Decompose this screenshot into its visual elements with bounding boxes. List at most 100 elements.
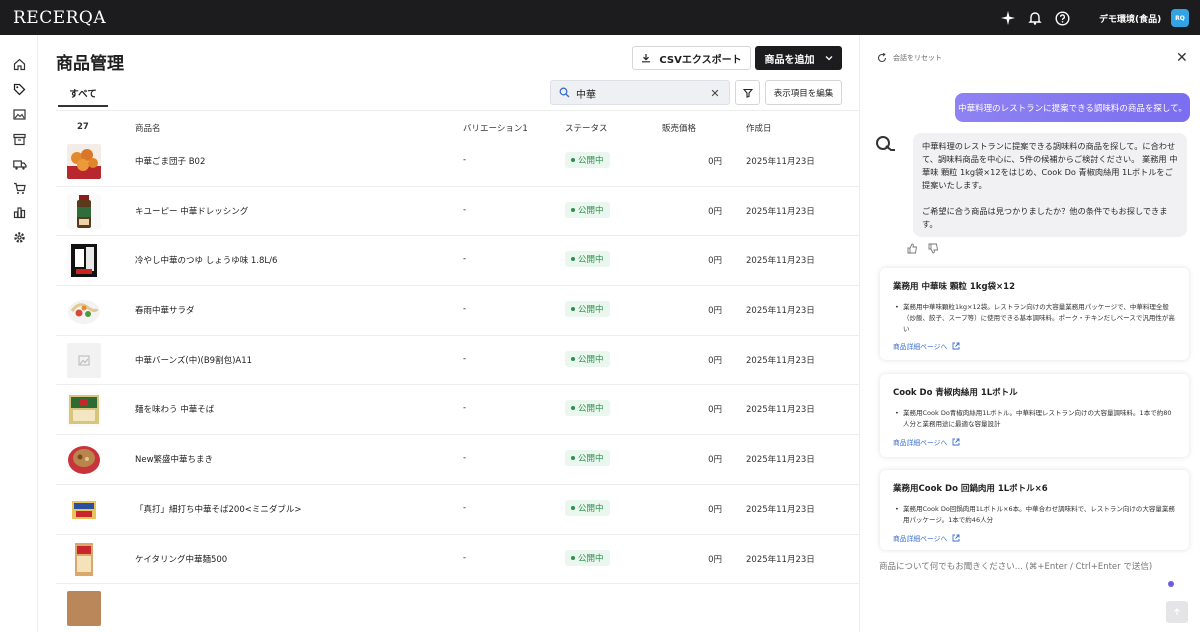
table-row[interactable]: 春雨中華サラダ - 公開中 0円 2025年11月23日	[56, 286, 859, 336]
cart-icon[interactable]	[12, 181, 27, 196]
card-description: 業務用中華味顆粒1kg×12袋。レストラン向けの大容量業務用パッケージで、中華料…	[893, 302, 1176, 335]
product-name[interactable]: ケイタリング中華麺500	[135, 553, 227, 565]
card-title: Cook Do 青椒肉絲用 1Lボトル	[893, 388, 1018, 398]
product-detail-link[interactable]: 商品詳細ページへ	[893, 533, 960, 543]
close-icon[interactable]: ✕	[1176, 50, 1188, 66]
settings-icon[interactable]	[12, 230, 27, 245]
tag-icon[interactable]	[12, 82, 27, 97]
chart-icon[interactable]	[12, 205, 27, 220]
search-input[interactable]	[576, 86, 696, 100]
search-box[interactable]: ✕	[550, 80, 730, 105]
chat-input[interactable]	[879, 560, 1169, 580]
product-detail-link-label: 商品詳細ページへ	[893, 343, 948, 351]
status-badge: 公開中	[565, 152, 610, 168]
csv-export-button[interactable]: CSVエクスポート	[632, 46, 751, 70]
recommendation-card: Cook Do 青椒肉絲用 1Lボトル 業務用Cook Do青椒肉絲用1Lボトル…	[880, 374, 1189, 457]
product-detail-link[interactable]: 商品詳細ページへ	[893, 341, 960, 351]
status-text: 公開中	[578, 156, 604, 166]
product-name[interactable]: 麺を味わう 中華そば	[135, 403, 214, 415]
product-thumbnail	[67, 193, 101, 229]
filter-button[interactable]	[735, 80, 760, 105]
card-title: 業務用 中華味 顆粒 1kg袋×12	[893, 282, 1015, 292]
product-detail-link[interactable]: 商品詳細ページへ	[893, 437, 960, 447]
status-badge: 公開中	[565, 350, 610, 367]
status-text: 公開中	[578, 503, 604, 514]
product-name[interactable]: 「真打」細打ち中華そば200<ミニダブル>	[135, 503, 301, 515]
thumbs-down-icon[interactable]	[928, 243, 939, 254]
reset-conversation-button[interactable]: 会話をリセット	[877, 53, 942, 63]
product-variation: -	[463, 155, 467, 165]
table-row-partial[interactable]	[56, 584, 859, 632]
product-created-date: 2025年11月23日	[746, 306, 815, 317]
column-header-name[interactable]: 商品名	[135, 122, 161, 134]
chat-input-area[interactable]	[868, 553, 1193, 632]
product-price: 0円	[708, 554, 722, 565]
product-price: 0円	[708, 504, 722, 515]
column-header-status[interactable]: ステータス	[565, 122, 608, 134]
status-badge: 公開中	[565, 251, 610, 268]
send-button[interactable]	[1166, 601, 1188, 623]
tab-all[interactable]: すべて	[58, 81, 108, 107]
product-management-main: 商品管理 CSVエクスポート 商品を追加 すべて ✕ 表示項目を編集 27 商品…	[38, 35, 859, 632]
product-variation: -	[463, 403, 467, 414]
column-header-created[interactable]: 作成日	[746, 122, 772, 134]
status-badge: 公開中	[565, 450, 610, 467]
product-name[interactable]: キユーピー 中華ドレッシング	[135, 205, 248, 217]
product-thumbnail	[67, 243, 101, 279]
download-icon	[642, 54, 651, 63]
product-created-date: 2025年11月23日	[746, 554, 815, 565]
product-name[interactable]: 春雨中華サラダ	[135, 304, 195, 316]
home-icon[interactable]	[12, 57, 27, 72]
table-row[interactable]: 冷やし中華のつゆ しょうゆ味 1.8L/6 - 公開中 0円 2025年11月2…	[56, 236, 859, 287]
table-row[interactable]: 麺を味わう 中華そば - 公開中 0円 2025年11月23日	[56, 385, 859, 436]
product-thumbnail	[67, 293, 101, 329]
user-avatar[interactable]: RQ	[1171, 9, 1189, 27]
table-row[interactable]: ケイタリング中華麺500 - 公開中 0円 2025年11月23日	[56, 535, 859, 585]
bell-icon[interactable]	[1027, 10, 1043, 26]
user-message: 中華料理のレストランに提案できる調味料の商品を探して。	[955, 93, 1190, 122]
status-text: 公開中	[578, 255, 604, 266]
product-price: 0円	[708, 157, 722, 167]
product-detail-link-label: 商品詳細ページへ	[893, 535, 948, 543]
product-variation: -	[463, 304, 467, 315]
product-variation: -	[463, 204, 467, 215]
search-icon	[559, 87, 570, 101]
app-logo[interactable]: RECERQA	[13, 8, 106, 28]
product-price: 0円	[708, 256, 722, 267]
assistant-message-text: 中華料理のレストランに提案できる調味料の商品を探して。に合わせて、調味料商品を中…	[922, 141, 1178, 190]
edit-columns-button[interactable]: 表示項目を編集	[765, 80, 842, 105]
archive-icon[interactable]	[12, 132, 27, 147]
ai-chat-panel: 会話をリセット ✕ 中華料理のレストランに提案できる調味料の商品を探して。 中華…	[859, 35, 1200, 632]
table-row[interactable]: キユーピー 中華ドレッシング - 公開中 0円 2025年11月23日	[56, 187, 859, 237]
external-link-icon	[952, 342, 960, 350]
card-description: 業務用Cook Do青椒肉絲用1Lボトル。中華料理レストラン向けの大容量調味料。…	[893, 408, 1176, 430]
product-name[interactable]: 中華バーンズ(中)(B9割包)A11	[135, 354, 252, 366]
sparkle-icon[interactable]	[1000, 10, 1016, 26]
recommendation-card: 業務用 中華味 顆粒 1kg袋×12 業務用中華味顆粒1kg×12袋。レストラン…	[880, 268, 1189, 360]
table-row[interactable]: 中華バーンズ(中)(B9割包)A11 - 公開中 0円 2025年11月23日	[56, 336, 859, 386]
clear-search-icon[interactable]: ✕	[708, 86, 722, 100]
product-thumbnail	[67, 144, 101, 179]
table-row[interactable]: 中華ごま団子 B02 - 公開中 0円 2025年11月23日	[56, 137, 859, 187]
product-thumbnail	[67, 392, 101, 428]
environment-switcher[interactable]: デモ環境(食品)	[1099, 12, 1161, 25]
status-text: 公開中	[578, 553, 604, 564]
product-created-date: 2025年11月23日	[746, 355, 815, 366]
table-header: 27 商品名 バリエーション1 ステータス 販売価格 作成日	[56, 119, 859, 137]
product-created-date: 2025年11月23日	[746, 157, 815, 167]
typing-indicator-dot	[1168, 581, 1174, 587]
column-header-variation[interactable]: バリエーション1	[463, 122, 528, 134]
thumbs-up-icon[interactable]	[907, 243, 918, 254]
add-product-button[interactable]: 商品を追加	[755, 46, 842, 70]
help-icon[interactable]	[1054, 10, 1070, 26]
product-name[interactable]: 冷やし中華のつゆ しょうゆ味 1.8L/6	[135, 254, 277, 266]
product-name[interactable]: 中華ごま団子 B02	[135, 155, 205, 167]
status-badge: 公開中	[565, 499, 610, 516]
product-name[interactable]: New繁盛中華ちまき	[135, 453, 213, 465]
table-row[interactable]: 「真打」細打ち中華そば200<ミニダブル> - 公開中 0円 2025年11月2…	[56, 485, 859, 535]
images-icon[interactable]	[12, 107, 27, 122]
status-badge: 公開中	[565, 301, 610, 318]
column-header-price[interactable]: 販売価格	[662, 122, 696, 134]
truck-icon[interactable]	[12, 157, 27, 172]
table-row[interactable]: New繁盛中華ちまき - 公開中 0円 2025年11月23日	[56, 435, 859, 485]
